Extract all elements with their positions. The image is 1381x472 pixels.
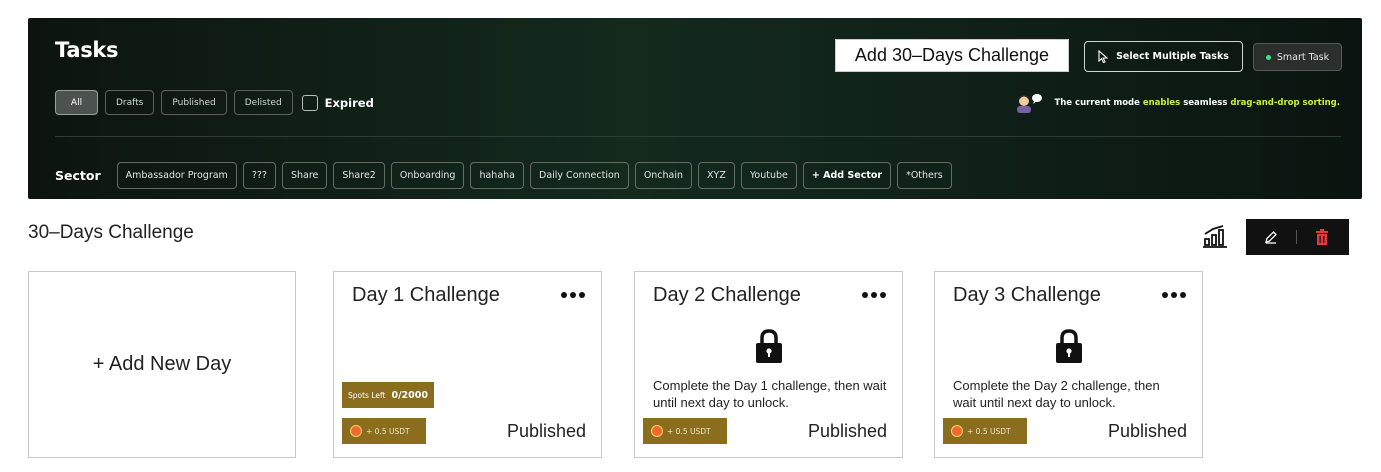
status-label: Published — [807, 421, 887, 441]
delete-button[interactable] — [1297, 219, 1347, 255]
filter-drafts[interactable]: Drafts — [105, 90, 155, 115]
reward-label: + 0.5 USDT — [667, 426, 711, 436]
tasks-header-panel: Tasks Add 30–Days Challenge Select Multi… — [28, 18, 1362, 199]
day-card[interactable]: Day 2 Challenge Complete the Day 1 chall… — [634, 271, 903, 458]
reward-label: + 0.5 USDT — [967, 426, 1011, 436]
day-title: Day 1 Challenge — [352, 284, 500, 306]
sector-bar: Sector Ambassador Program ??? Share Shar… — [55, 162, 952, 189]
pencil-icon — [1265, 231, 1277, 244]
reward-badge: + 0.5 USDT — [643, 418, 727, 444]
sector-tag[interactable]: ??? — [242, 162, 276, 189]
spots-left-badge: Spots Left 0/2000 — [342, 382, 434, 408]
sector-tag[interactable]: Ambassador Program — [116, 162, 237, 189]
person-speech-icon — [1017, 94, 1043, 113]
filter-published[interactable]: Published — [161, 90, 227, 115]
header-divider — [55, 136, 1341, 137]
more-options-icon[interactable] — [1162, 292, 1186, 298]
day-card[interactable]: Day 1 Challenge Spots Left 0/2000 + 0.5 U… — [333, 271, 602, 458]
add-challenge-button[interactable]: Add 30–Days Challenge — [835, 39, 1069, 72]
sector-label: Sector — [55, 168, 101, 183]
sector-tag[interactable]: hahaha — [470, 162, 524, 189]
expired-toggle[interactable]: Expired — [301, 94, 374, 111]
coin-icon — [951, 425, 963, 437]
day-title: Day 2 Challenge — [653, 284, 801, 306]
coin-icon — [350, 425, 362, 437]
select-multiple-label: Select Multiple Tasks — [1116, 51, 1229, 62]
mode-note: The current mode enables seamless drag-a… — [1014, 93, 1340, 113]
reward-label: + 0.5 USDT — [366, 426, 410, 436]
mode-note-text: The current mode enables seamless drag-a… — [1054, 98, 1340, 108]
day-card[interactable]: Day 3 Challenge Complete the Day 2 chall… — [934, 271, 1203, 458]
sector-tag[interactable]: Share2 — [333, 162, 385, 189]
stats-chart-icon[interactable] — [1203, 224, 1227, 248]
add-new-day-card[interactable]: + Add New Day — [28, 271, 296, 458]
sector-tag[interactable]: Onboarding — [390, 162, 465, 189]
more-options-icon[interactable] — [561, 292, 585, 298]
coin-icon — [651, 425, 663, 437]
expired-label: Expired — [324, 95, 374, 110]
sector-tag[interactable]: Youtube — [740, 162, 797, 189]
reward-badge: + 0.5 USDT — [943, 418, 1027, 444]
cursor-icon — [1098, 50, 1109, 63]
add-sector-button[interactable]: + Add Sector — [802, 162, 892, 189]
unlock-description: Complete the Day 1 challenge, then wait … — [653, 378, 887, 410]
expired-checkbox[interactable] — [301, 94, 318, 111]
status-dot-icon — [1265, 54, 1271, 60]
sector-tag[interactable]: Share — [281, 162, 328, 189]
reward-badge: + 0.5 USDT — [342, 418, 426, 444]
unlock-description: Complete the Day 2 challenge, then wait … — [953, 378, 1160, 410]
lock-icon — [755, 329, 782, 363]
section-title: 30–Days Challenge — [28, 222, 194, 243]
more-options-icon[interactable] — [862, 292, 886, 298]
filter-all[interactable]: All — [55, 90, 98, 115]
status-label: Published — [506, 421, 586, 441]
status-label: Published — [1107, 421, 1187, 441]
smart-task-label: Smart Task — [1276, 51, 1330, 63]
edit-button[interactable] — [1246, 219, 1296, 255]
lock-icon — [1055, 329, 1082, 363]
day-title: Day 3 Challenge — [953, 284, 1101, 306]
smart-task-button[interactable]: Smart Task — [1253, 43, 1342, 71]
trash-icon — [1316, 229, 1328, 245]
sector-tag[interactable]: Onchain — [634, 162, 693, 189]
select-multiple-tasks-button[interactable]: Select Multiple Tasks — [1084, 41, 1243, 72]
page-title: Tasks — [55, 38, 119, 62]
sector-tag[interactable]: XYZ — [698, 162, 735, 189]
filter-delisted[interactable]: Delisted — [233, 90, 293, 115]
sector-tag-others[interactable]: *Others — [897, 162, 952, 189]
status-filter-bar: All Drafts Published Delisted Expired — [55, 90, 374, 115]
section-toolbar — [1246, 219, 1349, 255]
sector-tag[interactable]: Daily Connection — [530, 162, 629, 189]
